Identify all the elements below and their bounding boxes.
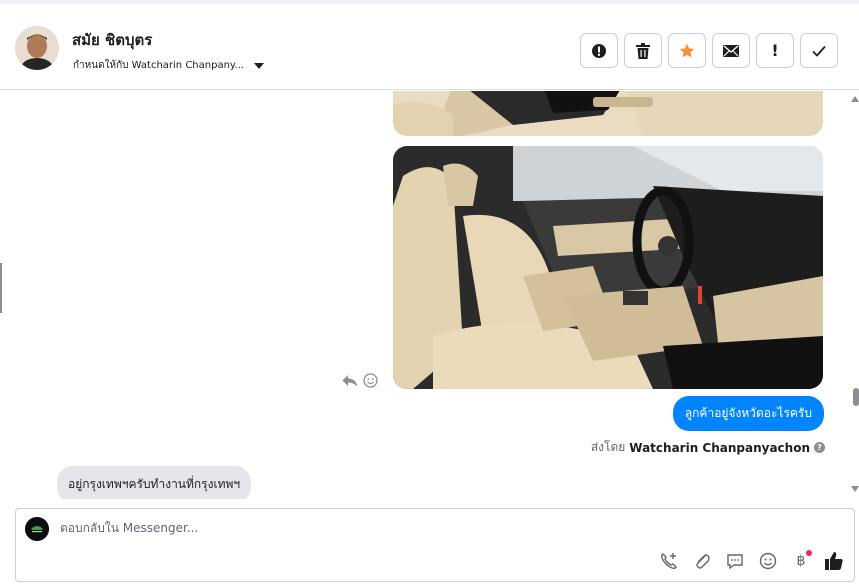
follow-up-button[interactable]: ! [756,33,794,68]
composer-toolbar: ฿ [659,550,844,571]
mark-unread-button[interactable] [712,33,750,68]
star-button[interactable] [668,33,706,68]
checkmark-icon [812,45,826,57]
car-interior-photo[interactable] [393,146,823,389]
alert-circle-icon [592,43,606,58]
conversation-actions: ! [580,33,838,68]
notification-dot [806,550,812,556]
saved-reply-icon[interactable] [725,551,745,571]
emoji-react-icon[interactable] [363,373,378,388]
car-interior-photo-partial[interactable] [393,91,823,136]
baht-payment-icon[interactable]: ฿ [791,550,812,571]
mark-spam-button[interactable] [580,33,618,68]
trash-icon [636,42,650,59]
sent-by-name: Watcharin Chanpanyachon [629,440,810,455]
messenger-inbox-conversation: สมัย ชิตบุตร กำหนดให้กับ Watcharin Chanp… [0,0,859,587]
mark-done-button[interactable] [800,33,838,68]
contact-name: สมัย ชิตบุตร [72,31,153,49]
reply-input[interactable] [60,521,660,535]
exclamation-icon: ! [771,41,779,60]
message-hover-actions [342,373,378,388]
reply-composer: ฿ [15,508,855,582]
attachment-icon[interactable] [692,551,712,571]
outgoing-message-bubble[interactable]: ลูกค้าอยู่จังหวัดอะไรครับ [672,396,824,431]
conversation-header: สมัย ชิตบุตร กำหนดให้กับ Watcharin Chanp… [0,0,859,90]
assignee-dropdown[interactable]: กำหนดให้กับ Watcharin Chanpany... [73,58,264,73]
thread-scrollbar[interactable] [851,91,859,499]
reply-icon[interactable] [342,374,358,388]
star-icon [679,43,695,57]
chevron-down-icon[interactable] [253,62,264,69]
envelope-icon [723,44,739,57]
scroll-up-arrow-icon[interactable] [851,96,859,102]
incoming-message-bubble[interactable]: อยู่กรุงเทพฯครับทำงานที่กรุงเทพฯ [57,466,252,499]
message-thread[interactable]: ลูกค้าอยู่จังหวัดอะไรครับ ส่งโดย Watchar… [0,91,859,499]
resize-handle[interactable] [0,263,2,313]
scroll-down-arrow-icon[interactable] [851,486,859,492]
contact-avatar[interactable] [15,26,59,70]
delete-button[interactable] [624,33,662,68]
phone-add-icon[interactable] [659,551,679,571]
sent-by-info: ส่งโดย Watcharin Chanpanyachon ? [591,438,825,457]
page-avatar [25,517,49,541]
baht-glyph: ฿ [796,553,806,569]
sent-by-prefix: ส่งโดย [590,440,626,454]
scroll-thumb[interactable] [853,388,859,406]
assignee-label: กำหนดให้กับ Watcharin Chanpany... [73,60,244,71]
help-icon[interactable]: ? [814,442,825,453]
emoji-icon[interactable] [758,551,778,571]
like-icon[interactable] [824,551,844,571]
